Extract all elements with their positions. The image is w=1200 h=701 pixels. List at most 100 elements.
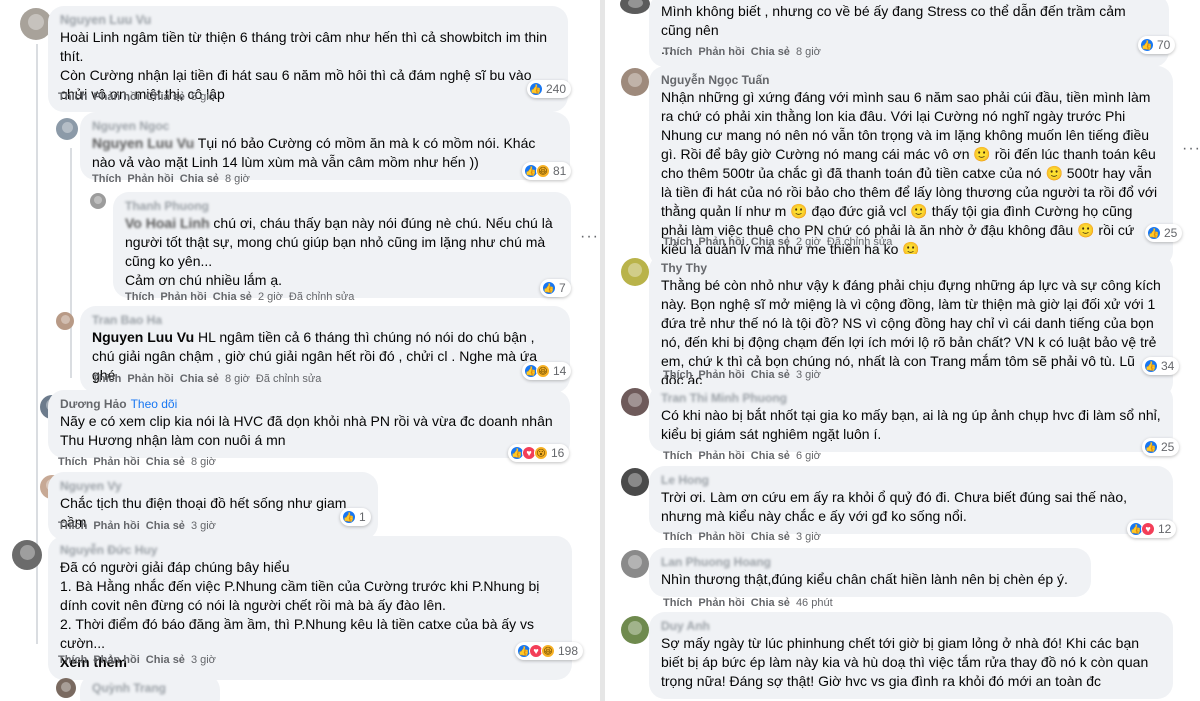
- share-button[interactable]: Chia sẻ: [213, 291, 252, 303]
- reaction-count[interactable]: 👍 ♥ 😮 16: [508, 444, 570, 462]
- avatar[interactable]: [56, 678, 76, 698]
- like-button[interactable]: Thích: [663, 450, 692, 462]
- edited-label[interactable]: Đã chỉnh sửa: [256, 373, 321, 385]
- share-button[interactable]: Chia sẻ: [751, 531, 790, 543]
- comment-actions: Thích Phản hồi Chia sẻ 8 giờ: [663, 45, 827, 59]
- share-button[interactable]: Chia sẻ: [146, 520, 185, 532]
- reply-button[interactable]: Phản hồi: [127, 173, 173, 185]
- like-button[interactable]: Thích: [58, 520, 87, 532]
- like-button[interactable]: Thích: [92, 173, 121, 185]
- reaction-count[interactable]: 👍 😆 81: [522, 162, 572, 180]
- timestamp[interactable]: 3 giờ: [191, 520, 216, 532]
- comment-author[interactable]: Quỳnh Trang: [92, 680, 208, 696]
- avatar[interactable]: [12, 540, 42, 570]
- comment-author[interactable]: Lan Phuong Hoang: [661, 554, 1079, 570]
- avatar[interactable]: [56, 312, 74, 330]
- reply-button[interactable]: Phản hồi: [698, 236, 744, 248]
- comment-author[interactable]: Nguyễn Đức Huy: [60, 542, 560, 558]
- like-button[interactable]: Thích: [663, 597, 692, 609]
- mention-tag[interactable]: Vo Hoai Linh: [125, 215, 210, 231]
- edited-label[interactable]: Đã chỉnh sửa: [289, 291, 354, 303]
- avatar[interactable]: [56, 118, 78, 140]
- avatar[interactable]: [621, 468, 649, 496]
- avatar[interactable]: [90, 193, 106, 209]
- like-button[interactable]: Thích: [58, 91, 87, 103]
- reaction-count[interactable]: 👍 25: [1145, 224, 1183, 242]
- comment-author[interactable]: Nguyễn Ngọc Tuấn: [661, 72, 1161, 88]
- comment-author[interactable]: Nguyen Ngoc: [92, 118, 558, 134]
- comment-author[interactable]: Nguyen Vy: [60, 478, 366, 494]
- like-button[interactable]: Thích: [663, 531, 692, 543]
- timestamp[interactable]: 3 giờ: [796, 531, 821, 543]
- reaction-count[interactable]: 👍 70: [1138, 36, 1176, 54]
- share-button[interactable]: Chia sẻ: [751, 597, 790, 609]
- like-button[interactable]: Thích: [663, 236, 692, 248]
- comment-author[interactable]: Nguyen Luu Vu: [60, 12, 556, 28]
- avatar[interactable]: [621, 68, 649, 96]
- timestamp[interactable]: 2 giờ: [796, 236, 821, 248]
- comment-author[interactable]: Thy Thy: [661, 260, 1161, 276]
- timestamp[interactable]: 6 giờ: [796, 450, 821, 462]
- mention-tag[interactable]: Nguyen Luu Vu: [92, 135, 194, 151]
- share-button[interactable]: Chia sẻ: [751, 369, 790, 381]
- reply-button[interactable]: Phản hồi: [93, 456, 139, 468]
- share-button[interactable]: Chia sẻ: [180, 173, 219, 185]
- avatar[interactable]: [621, 616, 649, 644]
- timestamp[interactable]: 8 giờ: [191, 456, 216, 468]
- reaction-count[interactable]: 👍 240: [527, 80, 572, 98]
- share-button[interactable]: Chia sẻ: [751, 450, 790, 462]
- reply-button[interactable]: Phản hồi: [698, 531, 744, 543]
- reaction-count[interactable]: 👍 7: [540, 279, 571, 297]
- like-button[interactable]: Thích: [663, 46, 692, 58]
- reply-button[interactable]: Phản hồi: [93, 520, 139, 532]
- like-button[interactable]: Thích: [92, 373, 121, 385]
- timestamp[interactable]: 8 giờ: [225, 373, 250, 385]
- avatar[interactable]: [621, 388, 649, 416]
- comment-author[interactable]: Thanh Phuong: [125, 198, 559, 214]
- reaction-count[interactable]: 👍 😆 14: [522, 362, 572, 380]
- reply-button[interactable]: Phản hồi: [698, 450, 744, 462]
- timestamp[interactable]: 8 giờ: [191, 91, 216, 103]
- avatar[interactable]: [621, 258, 649, 286]
- timestamp[interactable]: 8 giờ: [225, 173, 250, 185]
- comment-author[interactable]: Tran Thi Minh Phuong: [661, 390, 1161, 406]
- follow-button[interactable]: Theo dõi: [131, 397, 178, 411]
- reply-button[interactable]: Phản hồi: [93, 654, 139, 666]
- reply-button[interactable]: Phản hồi: [127, 373, 173, 385]
- reply-button[interactable]: Phản hồi: [698, 369, 744, 381]
- timestamp[interactable]: 3 giờ: [796, 369, 821, 381]
- timestamp[interactable]: 8 giờ: [796, 46, 821, 58]
- avatar[interactable]: [620, 0, 650, 14]
- comment-author[interactable]: Le Hong: [661, 472, 1161, 488]
- reply-button[interactable]: Phản hồi: [160, 291, 206, 303]
- reaction-count[interactable]: 👍 1: [340, 508, 371, 526]
- timestamp[interactable]: 46 phút: [796, 597, 833, 609]
- like-button[interactable]: Thích: [58, 654, 87, 666]
- like-button[interactable]: Thích: [125, 291, 154, 303]
- more-options-icon[interactable]: ···: [580, 228, 599, 246]
- share-button[interactable]: Chia sẻ: [146, 654, 185, 666]
- timestamp[interactable]: 3 giờ: [191, 654, 216, 666]
- reaction-count[interactable]: 👍 25: [1142, 438, 1180, 456]
- share-button[interactable]: Chia sẻ: [751, 236, 790, 248]
- comment-author[interactable]: Tran Bao Ha: [92, 312, 558, 328]
- reaction-count[interactable]: 👍 ♥ 😆 198: [515, 642, 584, 660]
- avatar[interactable]: [621, 550, 649, 578]
- more-options-icon[interactable]: ···: [1182, 140, 1200, 158]
- like-button[interactable]: Thích: [663, 369, 692, 381]
- like-button[interactable]: Thích: [58, 456, 87, 468]
- comment-author[interactable]: Duy Anh: [661, 618, 1161, 634]
- reaction-count[interactable]: 👍 ♥ 12: [1127, 520, 1177, 538]
- reply-button[interactable]: Phản hồi: [698, 597, 744, 609]
- timestamp[interactable]: 2 giờ: [258, 291, 283, 303]
- reaction-count[interactable]: 👍 34: [1142, 357, 1180, 375]
- reply-button[interactable]: Phản hồi: [698, 46, 744, 58]
- mention-tag[interactable]: Nguyen Luu Vu: [92, 329, 194, 345]
- share-button[interactable]: Chia sẻ: [146, 91, 185, 103]
- author-name[interactable]: Dương Hảo: [60, 397, 127, 411]
- share-button[interactable]: Chia sẻ: [180, 373, 219, 385]
- edited-label[interactable]: Đã chỉnh sửa: [827, 236, 892, 248]
- share-button[interactable]: Chia sẻ: [751, 46, 790, 58]
- share-button[interactable]: Chia sẻ: [146, 456, 185, 468]
- reply-button[interactable]: Phản hồi: [93, 91, 139, 103]
